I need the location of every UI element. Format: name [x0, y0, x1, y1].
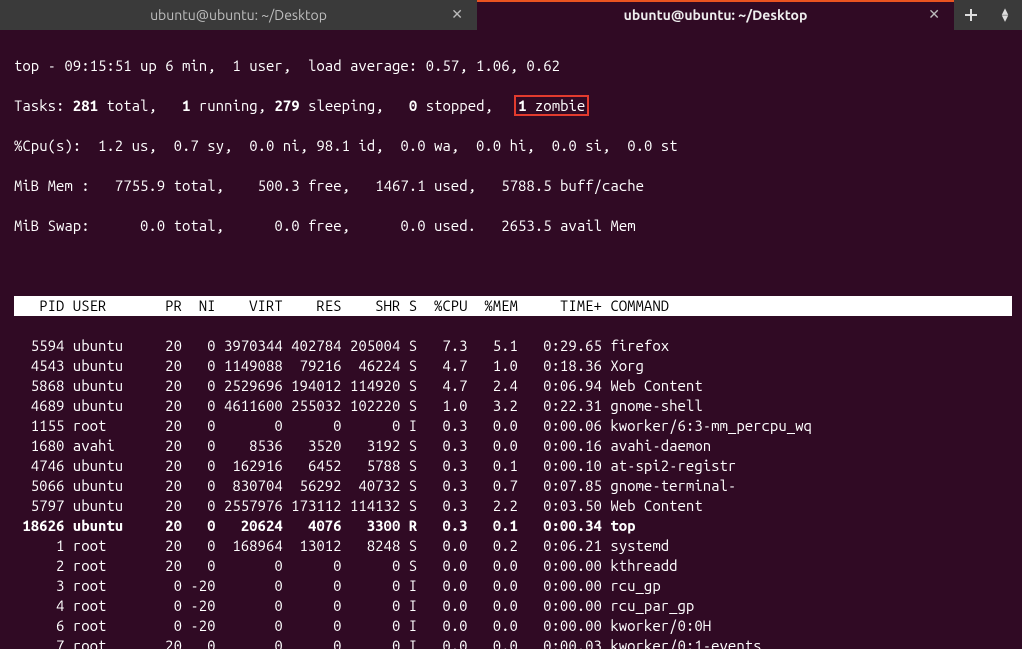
tasks-running: 1 [182, 97, 199, 114]
zombie-highlight: 1 zombie [514, 95, 589, 116]
tasks-zombie-label: zombie [535, 97, 585, 114]
summary-line-uptime: top - 09:15:51 up 6 min, 1 user, load av… [14, 56, 1012, 76]
process-row: 5594 ubuntu2003970344402784205004S7.35.1… [14, 336, 1012, 356]
blank-line [14, 256, 1012, 276]
tab-menu-button[interactable]: ▴▾ [988, 0, 1022, 30]
col-cpu: %CPU [417, 296, 467, 316]
summary-line-mem: MiB Mem : 7755.9 total, 500.3 free, 1467… [14, 176, 1012, 196]
col-pid: PID [14, 296, 64, 316]
col-time: TIME+ [518, 296, 602, 316]
process-row: 4 root0-20000I0.00.00:00.00rcu_par_gp [14, 596, 1012, 616]
col-res: RES [283, 296, 342, 316]
titlebar: ubuntu@ubuntu: ~/Desktop ✕ ubuntu@ubuntu… [0, 0, 1022, 30]
close-icon[interactable]: ✕ [928, 6, 940, 23]
cpu-label: %Cpu(s): [14, 137, 81, 154]
process-list: 5594 ubuntu2003970344402784205004S7.35.1… [14, 336, 1012, 649]
terminal-window: ubuntu@ubuntu: ~/Desktop ✕ ubuntu@ubuntu… [0, 0, 1022, 643]
process-row: 4543 ubuntu20011490887921646224S4.71.00:… [14, 356, 1012, 376]
tab-active[interactable]: ubuntu@ubuntu: ~/Desktop ✕ [477, 0, 954, 30]
col-s: S [400, 296, 417, 316]
process-row: 18626 ubuntu2002062440763300R0.30.10:00.… [14, 516, 1012, 536]
tasks-stopped: 0 [409, 97, 426, 114]
process-row: 1155 root200000I0.30.00:00.06kworker/6:3… [14, 416, 1012, 436]
new-tab-button[interactable] [954, 0, 988, 30]
tab-inactive[interactable]: ubuntu@ubuntu: ~/Desktop ✕ [0, 0, 477, 30]
tasks-label: Tasks: [14, 97, 64, 114]
tasks-zombie: 1 [518, 97, 535, 114]
tasks-running-label: running, [199, 97, 275, 114]
process-row: 2 root200000S0.00.00:00.00kthreadd [14, 556, 1012, 576]
tasks-sleeping: 279 [274, 97, 308, 114]
close-icon[interactable]: ✕ [451, 6, 463, 23]
process-row: 4746 ubuntu20016291664525788S0.30.10:00.… [14, 456, 1012, 476]
process-row: 1680 avahi200853635203192S0.30.00:00.16a… [14, 436, 1012, 456]
process-row: 4689 ubuntu2004611600255032102220S1.03.2… [14, 396, 1012, 416]
process-row: 3 root0-20000I0.00.00:00.00rcu_gp [14, 576, 1012, 596]
mem-label: MiB Mem : [14, 177, 90, 194]
tab-active-title: ubuntu@ubuntu: ~/Desktop [624, 7, 808, 23]
plus-icon [963, 7, 979, 23]
col-ni: NI [182, 296, 216, 316]
swap-values: 0.0 total, 0.0 free, 0.0 used. 2653.5 av… [90, 217, 636, 234]
cpu-values: 1.2 us, 0.7 sy, 0.0 ni, 98.1 id, 0.0 wa,… [81, 137, 677, 154]
tasks-total: 281 [64, 97, 106, 114]
chevron-up-down-icon: ▴▾ [1002, 8, 1009, 22]
swap-label: MiB Swap: [14, 217, 90, 234]
summary-line-tasks: Tasks: 281 total, 1 running, 279 sleepin… [14, 96, 1012, 116]
process-row: 5066 ubuntu2008307045629240732S0.30.70:0… [14, 476, 1012, 496]
process-row: 1 root200168964130128248S0.00.20:06.21sy… [14, 536, 1012, 556]
tasks-sleeping-label: sleeping, [308, 97, 409, 114]
process-header-row: PID USERPRNIVIRTRESSHRS%CPU%MEMTIME+COMM… [14, 296, 1012, 316]
mem-values: 7755.9 total, 500.3 free, 1467.1 used, 5… [90, 177, 644, 194]
terminal-output[interactable]: top - 09:15:51 up 6 min, 1 user, load av… [0, 30, 1022, 649]
tasks-stopped-label: stopped, [426, 97, 518, 114]
col-mem: %MEM [468, 296, 518, 316]
tasks-total-label: total, [106, 97, 182, 114]
col-virt: VIRT [216, 296, 283, 316]
col-user: USER [73, 296, 149, 316]
process-row: 5797 ubuntu2002557976173112114132S0.32.2… [14, 496, 1012, 516]
col-cmd: COMMAND [602, 296, 669, 316]
tab-inactive-title: ubuntu@ubuntu: ~/Desktop [150, 7, 327, 23]
summary-line-cpu: %Cpu(s): 1.2 us, 0.7 sy, 0.0 ni, 98.1 id… [14, 136, 1012, 156]
summary-line-swap: MiB Swap: 0.0 total, 0.0 free, 0.0 used.… [14, 216, 1012, 236]
active-tab-indicator [477, 0, 954, 2]
process-row: 5868 ubuntu2002529696194012114920S4.72.4… [14, 376, 1012, 396]
col-pr: PR [148, 296, 182, 316]
col-shr: SHR [342, 296, 401, 316]
process-row: 6 root0-20000I0.00.00:00.00kworker/0:0H [14, 616, 1012, 636]
